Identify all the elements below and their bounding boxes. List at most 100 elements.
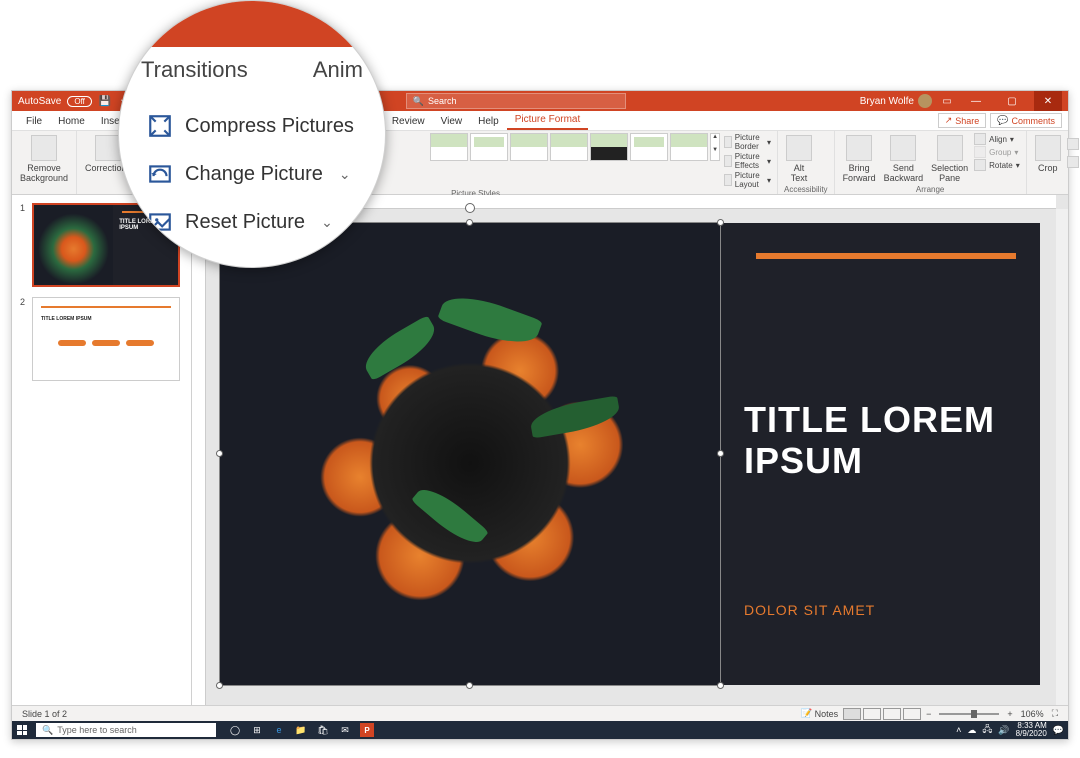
save-icon[interactable]: 💾 xyxy=(98,94,112,108)
width-icon xyxy=(1067,156,1079,168)
reset-picture-button[interactable]: Reset Picture ⌄ xyxy=(147,209,365,235)
normal-view-button[interactable] xyxy=(843,708,861,720)
thumbnail-slide-2[interactable]: 2 TITLE LOREM IPSUM xyxy=(20,297,183,381)
content-area: 1 TITLE LOREM IPSUM 2 TITLE LOREM IPSUM xyxy=(12,195,1068,705)
taskbar-search[interactable]: 🔍 Type here to search xyxy=(36,723,216,737)
picture-border-button[interactable]: Picture Border▾ xyxy=(724,133,771,151)
rotate-button[interactable]: Rotate▾ xyxy=(974,159,1020,171)
picture-effects-button[interactable]: Picture Effects▾ xyxy=(724,152,771,170)
gallery-scroll[interactable]: ▲▼ xyxy=(710,133,720,161)
magnifier-overlay: Transitions Anim Compress Pictures Chang… xyxy=(118,0,386,268)
magnified-tab-transitions: Transitions xyxy=(141,57,248,83)
taskbar-clock[interactable]: 8:33 AM 8/9/2020 xyxy=(1016,722,1047,738)
slide-thumbnails: 1 TITLE LOREM IPSUM 2 TITLE LOREM IPSUM xyxy=(12,195,192,705)
network-icon[interactable]: 🖧 xyxy=(982,722,992,738)
picture-styles-gallery[interactable]: ▲▼ xyxy=(430,133,720,161)
mail-icon[interactable]: ✉ xyxy=(338,723,352,737)
style-1[interactable] xyxy=(430,133,468,161)
zoom-out-button[interactable]: − xyxy=(926,709,931,719)
group-button[interactable]: Group▾ xyxy=(974,146,1020,158)
reading-view-button[interactable] xyxy=(883,708,901,720)
close-button[interactable]: ✕ xyxy=(1034,91,1062,111)
autosave-toggle[interactable]: Off xyxy=(67,96,92,107)
notes-icon: 📝 xyxy=(801,708,812,719)
comments-button[interactable]: 💬Comments xyxy=(990,113,1062,128)
selection-border xyxy=(219,222,721,686)
slideshow-view-button[interactable] xyxy=(903,708,921,720)
chevron-down-icon: ▾ xyxy=(767,157,771,166)
vertical-ruler xyxy=(192,209,206,705)
resize-handle[interactable] xyxy=(216,682,223,689)
title-search-box[interactable]: 🔍 Search xyxy=(406,93,626,109)
minimize-button[interactable]: — xyxy=(962,91,990,111)
slide-subtitle[interactable]: DOLOR SIT AMET xyxy=(744,602,1016,618)
style-7[interactable] xyxy=(670,133,708,161)
store-icon[interactable]: 🛍 xyxy=(316,723,330,737)
send-backward-icon xyxy=(890,135,916,161)
tab-help[interactable]: Help xyxy=(470,113,507,130)
powerpoint-taskbar-icon[interactable]: P xyxy=(360,723,374,737)
resize-handle[interactable] xyxy=(717,450,724,457)
task-view-icon[interactable]: ⊞ xyxy=(250,723,264,737)
height-icon xyxy=(1067,138,1079,150)
change-picture-button[interactable]: Change Picture ⌄ xyxy=(147,161,365,187)
action-center-icon[interactable]: 💬 xyxy=(1053,725,1064,736)
style-5[interactable] xyxy=(590,133,628,161)
resize-handle[interactable] xyxy=(717,682,724,689)
chevron-down-icon: ▾ xyxy=(767,138,771,147)
crop-button[interactable]: Crop xyxy=(1033,133,1063,175)
onedrive-icon[interactable]: ☁ xyxy=(967,725,976,736)
tab-file[interactable]: File xyxy=(18,113,50,130)
resize-handle[interactable] xyxy=(216,450,223,457)
vertical-scrollbar[interactable] xyxy=(1056,209,1068,705)
zoom-slider[interactable] xyxy=(939,713,999,715)
rotate-icon xyxy=(974,159,986,171)
file-explorer-icon[interactable]: 📁 xyxy=(294,723,308,737)
zoom-percent[interactable]: 106% xyxy=(1021,709,1044,719)
slide-picture[interactable] xyxy=(220,223,720,685)
style-3[interactable] xyxy=(510,133,548,161)
tab-home[interactable]: Home xyxy=(50,113,93,130)
tab-picture-format[interactable]: Picture Format xyxy=(507,111,589,130)
notes-button[interactable]: 📝Notes xyxy=(801,708,838,719)
system-tray: ˄ ☁ 🖧 🔊 8:33 AM 8/9/2020 💬 xyxy=(956,722,1068,738)
share-button[interactable]: ↗Share xyxy=(938,113,987,128)
maximize-button[interactable]: ▢ xyxy=(998,91,1026,111)
resize-handle[interactable] xyxy=(466,219,473,226)
slide-sorter-view-button[interactable] xyxy=(863,708,881,720)
compress-pictures-button[interactable]: Compress Pictures xyxy=(147,113,365,139)
selection-pane-icon xyxy=(937,135,963,161)
picture-effects-icon xyxy=(724,155,732,167)
tab-view[interactable]: View xyxy=(433,113,471,130)
cortana-icon[interactable]: ◯ xyxy=(228,723,242,737)
align-button[interactable]: Align▾ xyxy=(974,133,1020,145)
zoom-in-button[interactable]: + xyxy=(1007,709,1012,719)
bring-forward-button[interactable]: Bring Forward xyxy=(841,133,878,185)
rotate-handle[interactable] xyxy=(465,203,475,213)
alt-text-button[interactable]: Alt Text xyxy=(784,133,814,185)
tab-review[interactable]: Review xyxy=(384,113,433,130)
windows-icon xyxy=(17,725,27,735)
send-backward-button[interactable]: Send Backward xyxy=(882,133,926,185)
picture-layout-button[interactable]: Picture Layout▾ xyxy=(724,171,771,189)
resize-handle[interactable] xyxy=(466,682,473,689)
chevron-down-icon: ⌄ xyxy=(321,214,333,231)
style-4[interactable] xyxy=(550,133,588,161)
edge-icon[interactable]: e xyxy=(272,723,286,737)
user-name: Bryan Wolfe xyxy=(860,96,914,107)
style-2[interactable] xyxy=(470,133,508,161)
thumbnail-number: 2 xyxy=(20,297,25,307)
user-account[interactable]: Bryan Wolfe xyxy=(860,94,932,108)
slide-counter: Slide 1 of 2 xyxy=(22,709,67,719)
ribbon-display-options-icon[interactable]: ▭ xyxy=(940,94,954,108)
remove-background-button[interactable]: Remove Background xyxy=(18,133,70,185)
volume-icon[interactable]: 🔊 xyxy=(998,725,1009,736)
fit-to-window-button[interactable]: ⛶ xyxy=(1052,708,1058,719)
selection-pane-button[interactable]: Selection Pane xyxy=(929,133,970,185)
start-button[interactable] xyxy=(12,721,32,739)
search-icon: 🔍 xyxy=(42,725,53,736)
resize-handle[interactable] xyxy=(717,219,724,226)
slide-title[interactable]: TITLE LOREM IPSUM xyxy=(744,399,1016,482)
tray-expand-icon[interactable]: ˄ xyxy=(956,725,961,735)
style-6[interactable] xyxy=(630,133,668,161)
